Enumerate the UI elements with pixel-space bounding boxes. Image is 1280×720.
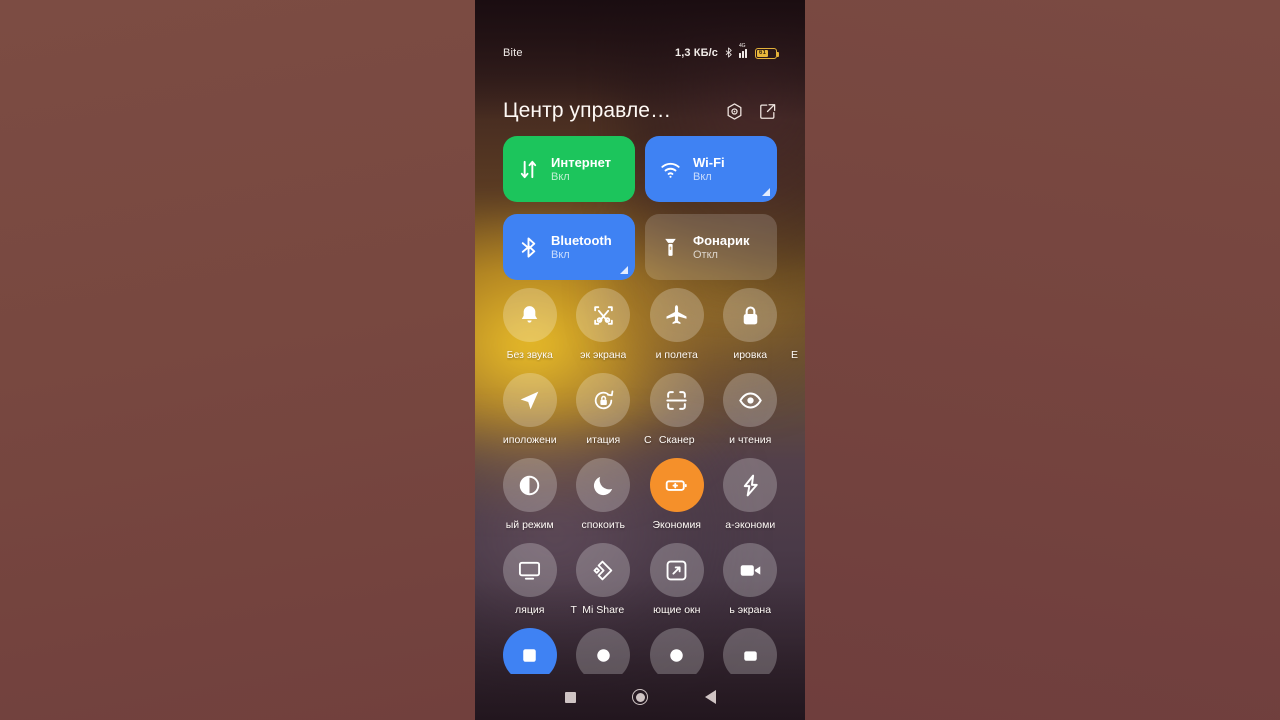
tile-flashlight-label: Фонарик [693,232,750,248]
quick-tile-label: итация [586,434,621,446]
quick-tile-ultra-battery-saver[interactable]: а-экономи [714,458,788,532]
status-bar: Bite 1,3 КБ/c 4G 61 [475,42,805,64]
letterbox-right [805,0,1280,720]
phone-screen: Bite 1,3 КБ/c 4G 61 Центр управле… Интер… [475,0,805,720]
control-center-header: Центр управле… [475,90,805,132]
floating-window-icon [649,543,704,597]
quick-tile-label: и полета [655,349,698,361]
tile-bluetooth-label: Bluetooth [551,232,612,248]
partial-tile-icon [502,628,557,674]
quick-tile-label: ировка [733,349,768,361]
quick-tile-partial-2[interactable] [567,628,641,674]
scanner-frame-icon [649,373,704,427]
tile-internet-label: Интернет [551,154,612,170]
battery-percent-label: 61 [759,50,767,56]
quick-tile-label: спокоить [581,519,625,531]
data-speed-label: 1,3 КБ/c [675,47,718,59]
quick-tile-lock[interactable]: ировка Е [714,288,798,362]
dark-mode-icon [502,458,557,512]
quick-tile-label-overflow: С [644,434,652,446]
square-recents-icon[interactable] [559,686,581,708]
tile-internet[interactable]: Интернет Вкл [503,136,635,202]
screenshot-icon [576,288,631,342]
quick-settings-scroll-area: Без звука эк экрана и полета ировка Е ип… [475,288,805,674]
screenshot-stage: Bite 1,3 КБ/c 4G 61 Центр управле… Интер… [0,0,1280,720]
lightning-bolt-icon [723,458,778,512]
quick-tile-label: иположени [502,434,557,446]
quick-tile-label: ляция [515,604,545,616]
navigation-bar [475,674,805,720]
quick-tile-reading-mode[interactable]: и чтения [714,373,788,447]
tile-bluetooth-state: Вкл [551,248,570,261]
wifi-icon [659,158,682,181]
quick-tile-screen-record[interactable]: ь экрана [714,543,788,617]
signal-bars-icon: 4G [739,43,750,58]
battery-indicator: 61 [755,47,779,59]
eye-icon [723,373,778,427]
quick-tile-label-overflow: Е [791,349,799,361]
quick-tile-label: Без звука [506,349,553,361]
flashlight-icon [659,236,682,259]
tile-flashlight-state: Откл [693,248,718,261]
battery-saver-icon [649,458,704,512]
airplane-icon [649,288,704,342]
circle-home-icon[interactable] [629,686,651,708]
quick-tile-cast[interactable]: ляция Т [493,543,577,617]
quick-tile-floating-windows[interactable]: ющие окн [640,543,714,617]
quick-tile-label: Mi Share [582,604,625,616]
triangle-back-icon[interactable] [699,686,721,708]
tile-wifi-state: Вкл [693,170,712,183]
edit-pencil-square-icon[interactable] [758,102,777,121]
tile-wifi-expand-corner[interactable] [762,188,770,196]
partial-tile-icon [649,628,704,674]
moon-icon [576,458,631,512]
bell-icon [502,288,557,342]
tile-wifi[interactable]: Wi-Fi Вкл [645,136,777,202]
quick-tile-dark-mode[interactable]: ый режим [493,458,567,532]
quick-tile-mi-share[interactable]: Mi Share [567,543,641,617]
tile-internet-state: Вкл [551,170,570,183]
bluetooth-icon [517,236,540,259]
quick-tile-label: Сканер [658,434,695,446]
letterbox-left [0,0,475,720]
quick-tile-partial-3[interactable] [640,628,714,674]
quick-tile-silent[interactable]: Без звука [493,288,567,362]
mi-share-icon [576,543,631,597]
data-transfer-arrows-icon [517,158,540,181]
quick-tile-label: ющие окн [653,604,701,616]
quick-tile-partial-1[interactable] [493,628,567,674]
tile-wifi-label: Wi-Fi [693,154,725,170]
cast-screen-icon [502,543,557,597]
quick-tile-label: Экономия [652,519,701,531]
location-arrow-icon [502,373,557,427]
network-type-label: 4G [739,43,746,49]
screen-record-icon [723,543,778,597]
bluetooth-icon [723,47,734,60]
quick-tile-battery-saver[interactable]: Экономия [640,458,714,532]
rotation-lock-icon [576,373,631,427]
quick-tile-label: а-экономи [725,519,776,531]
tile-bluetooth-expand-corner[interactable] [620,266,628,274]
carrier-label: Bite [503,47,523,59]
partial-tile-icon [576,628,631,674]
quick-tile-label: и чтения [729,434,772,446]
quick-tile-partial-4[interactable] [714,628,788,674]
quick-tile-rotation-lock[interactable]: итация С [567,373,652,447]
quick-tile-location[interactable]: иположени [493,373,567,447]
tile-bluetooth[interactable]: Bluetooth Вкл [503,214,635,280]
lock-icon [723,288,778,342]
quick-tile-airplane[interactable]: и полета [640,288,714,362]
quick-tile-screenshot[interactable]: эк экрана [567,288,641,362]
quick-tile-label: ый режим [505,519,554,531]
hexagon-settings-icon[interactable] [725,102,744,121]
tile-flashlight[interactable]: Фонарик Откл [645,214,777,280]
quick-settings-grid: Без звука эк экрана и полета ировка Е ип… [493,288,798,674]
primary-tiles: Интернет Вкл Wi-Fi Вкл Bluetooth Вкл Фон… [503,136,777,280]
quick-tile-do-not-disturb[interactable]: спокоить [567,458,641,532]
partial-tile-icon [723,628,778,674]
page-title: Центр управле… [503,99,672,122]
quick-tile-label: эк экрана [580,349,627,361]
quick-tile-label-overflow: Т [570,604,577,616]
quick-tile-label: ь экрана [729,604,772,616]
